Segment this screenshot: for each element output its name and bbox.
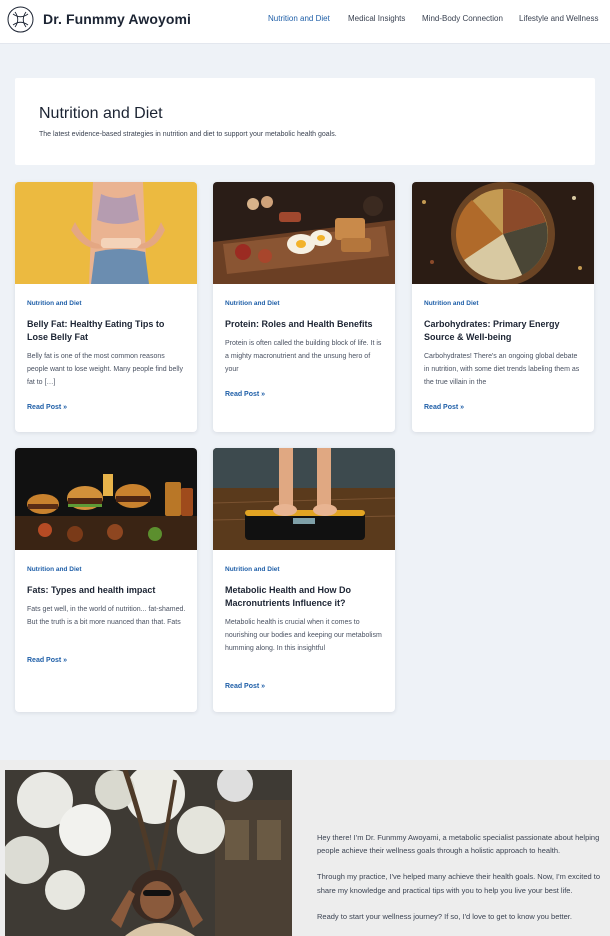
site-header: Dr. Funmmy Awoyomi Nutrition and Diet Me… [0,0,610,44]
post-card[interactable]: Nutrition and Diet Belly Fat: Healthy Ea… [15,182,197,432]
post-excerpt: Fats get well, in the world of nutrition… [27,606,186,626]
about-author-photo [5,770,292,936]
post-thumbnail-waist-image[interactable] [15,182,197,284]
about-section: Hey there! I'm Dr. Funmmy Awoyami, a met… [0,760,610,936]
post-category[interactable]: Nutrition and Diet [225,300,280,307]
post-title[interactable]: Protein: Roles and Health Benefits [225,318,383,331]
nav-item-lifestyle-and-wellness[interactable]: Lifestyle and Wellness [519,14,598,23]
about-paragraph: Through my practice, I've helped many ac… [317,872,601,895]
post-card[interactable]: Nutrition and Diet Fats: Types and healt… [15,448,197,712]
post-title[interactable]: Belly Fat: Healthy Eating Tips to Lose B… [27,318,185,344]
main-nav: Nutrition and Diet Medical Insights Mind… [0,14,610,28]
page-subtitle: The latest evidence-based strategies in … [39,131,337,138]
post-title[interactable]: Carbohydrates: Primary Energy Source & W… [424,318,582,344]
post-card[interactable]: Nutrition and Diet Protein: Roles and He… [213,182,395,432]
nav-item-mind-body-connection[interactable]: Mind-Body Connection [422,14,503,23]
post-category[interactable]: Nutrition and Diet [424,300,479,307]
post-excerpt: Belly fat is one of the most common reas… [27,353,184,386]
about-paragraph: Ready to start your wellness journey? If… [317,911,572,921]
nav-item-nutrition-and-diet[interactable]: Nutrition and Diet [268,14,330,23]
read-post-link[interactable]: Read Post » [225,391,265,398]
read-post-link[interactable]: Read Post » [27,404,67,411]
post-excerpt: Metabolic health is crucial when it come… [225,619,382,652]
post-category[interactable]: Nutrition and Diet [27,566,82,573]
about-paragraph: Hey there! I'm Dr. Funmmy Awoyami, a met… [317,833,600,856]
page-title: Nutrition and Diet [39,105,163,122]
post-thumbnail-breakfast-image[interactable] [213,182,395,284]
post-thumbnail-fast-food-image[interactable] [15,448,197,550]
read-post-link[interactable]: Read Post » [424,404,464,411]
post-excerpt: Protein is often called the building blo… [225,340,382,373]
read-post-link[interactable]: Read Post » [27,657,67,664]
post-card[interactable]: Nutrition and Diet Metabolic Health and … [213,448,395,712]
post-title[interactable]: Metabolic Health and How Do Macronutrien… [225,584,383,610]
read-post-link[interactable]: Read Post » [225,683,265,690]
post-thumbnail-scale-image[interactable] [213,448,395,550]
post-title[interactable]: Fats: Types and health impact [27,584,185,597]
post-card[interactable]: Nutrition and Diet Carbohydrates: Primar… [412,182,594,432]
post-category[interactable]: Nutrition and Diet [225,566,280,573]
nav-item-medical-insights[interactable]: Medical Insights [348,14,405,23]
about-text: Hey there! I'm Dr. Funmmy Awoyami, a met… [317,831,607,936]
post-category[interactable]: Nutrition and Diet [27,300,82,307]
post-excerpt: Carbohydrates! There's an ongoing global… [424,353,580,386]
post-thumbnail-grains-image[interactable] [412,182,594,284]
category-intro-card: Nutrition and Diet The latest evidence-b… [15,78,595,165]
